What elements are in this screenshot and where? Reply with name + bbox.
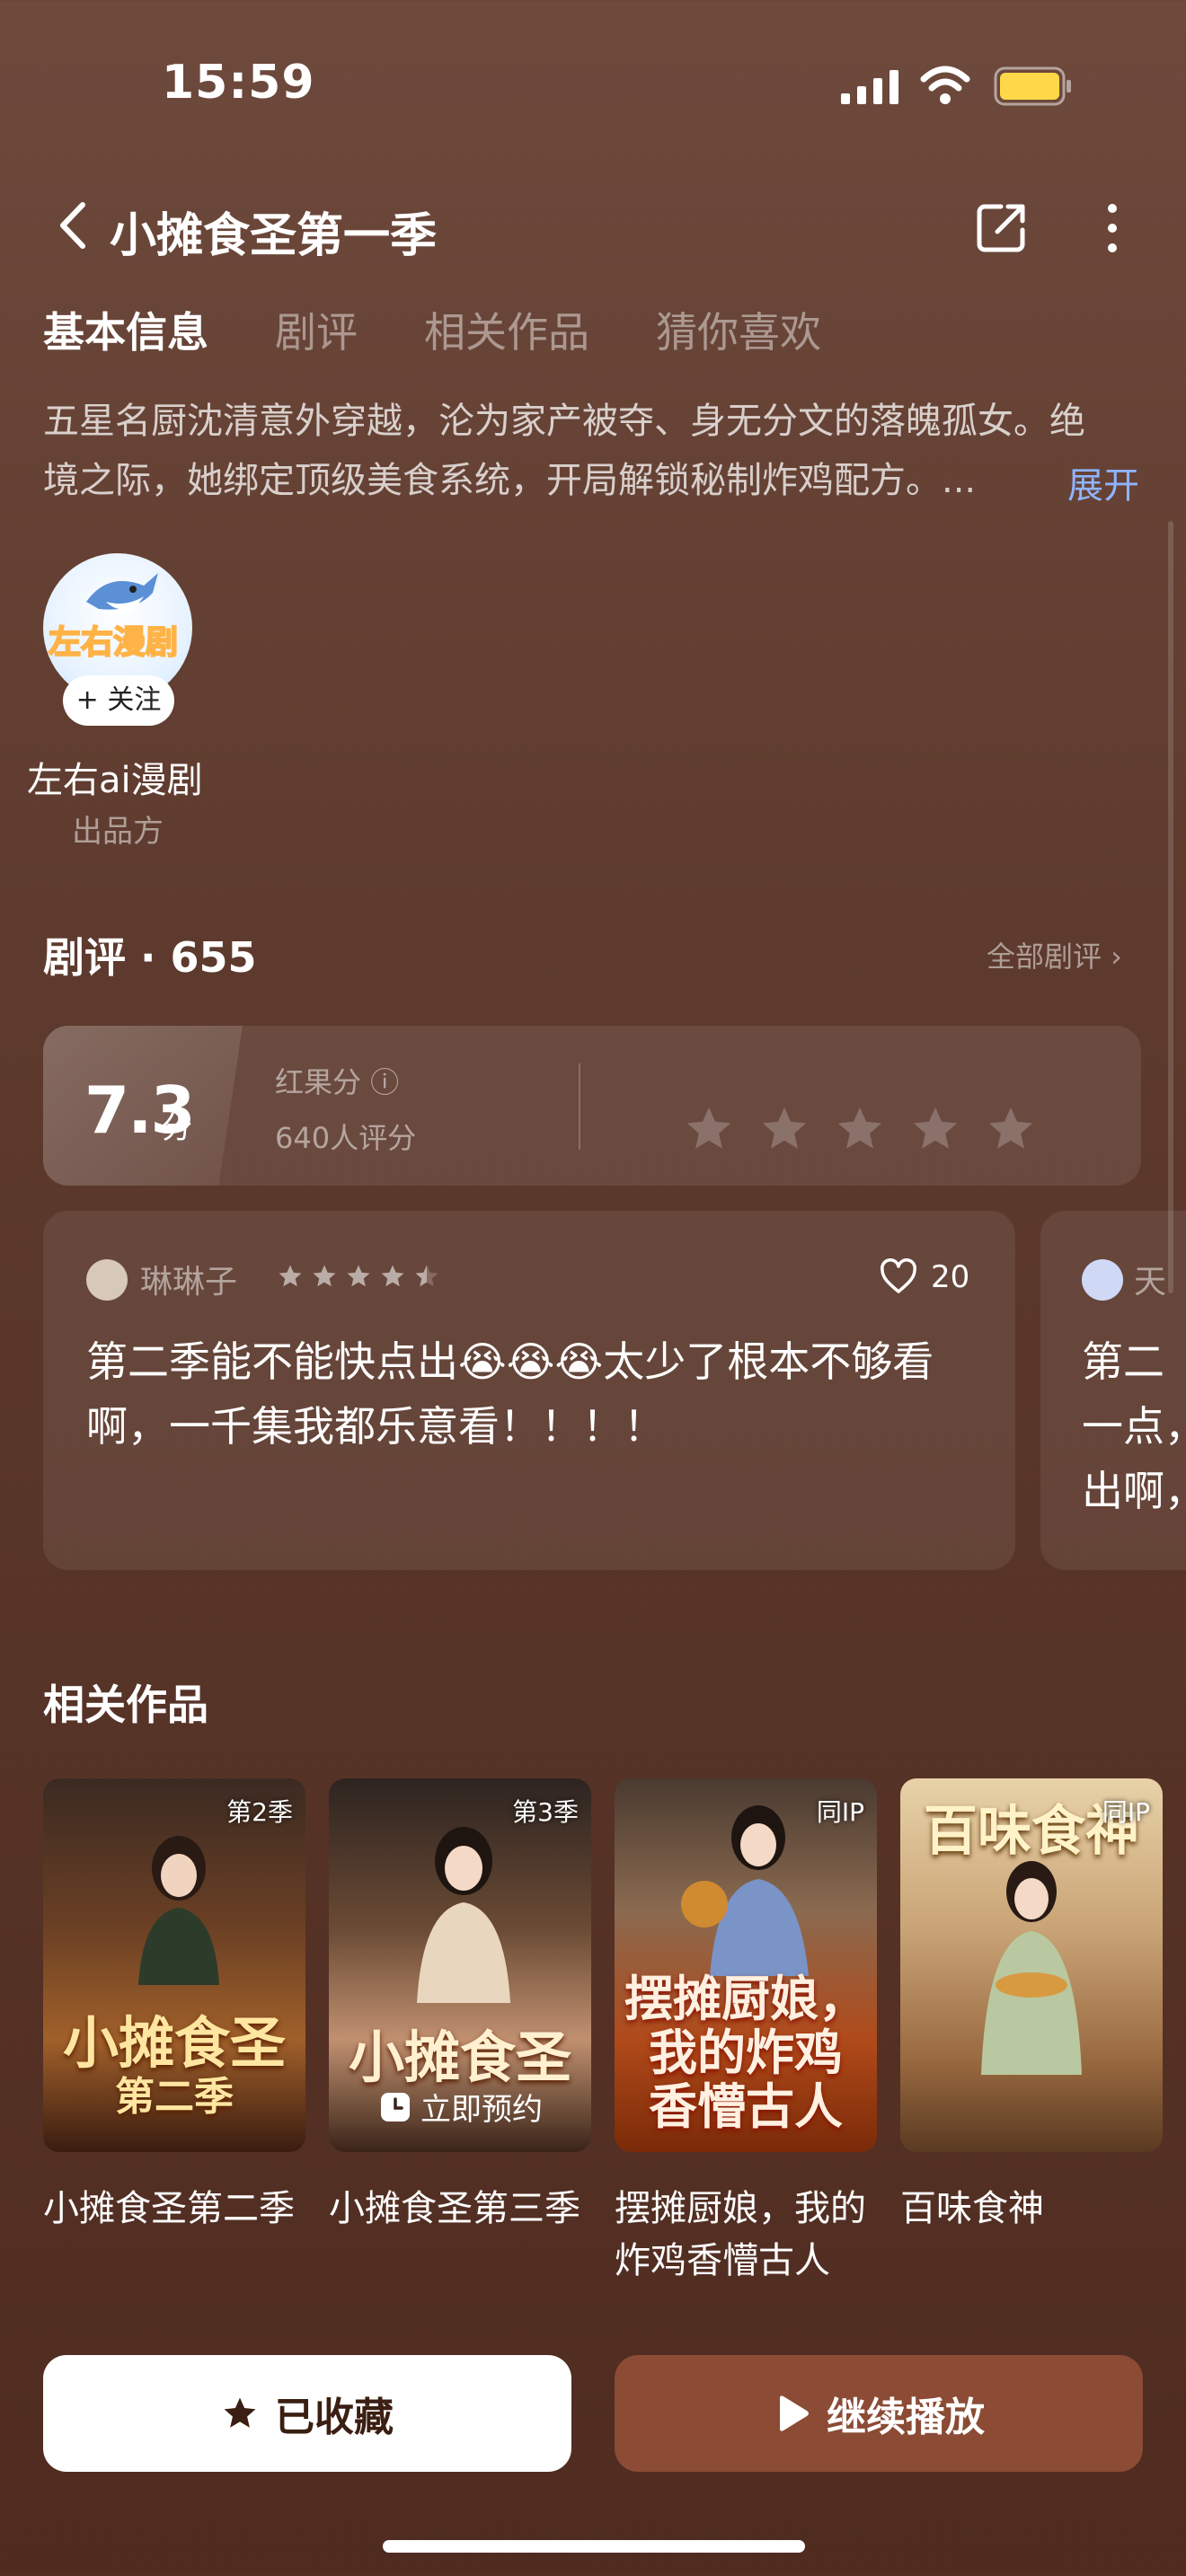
review-username[interactable]: 天: [1134, 1256, 1166, 1302]
producer-name[interactable]: 左右ai漫剧: [27, 751, 203, 803]
reviews-heading: 剧评 · 655: [43, 933, 257, 982]
follow-button[interactable]: + 关注: [63, 675, 174, 726]
favorite-label: 已收藏: [275, 2395, 394, 2440]
tab-related-works[interactable]: 相关作品: [424, 300, 589, 359]
cover-card[interactable]: 百味食神 同IP: [900, 1778, 1163, 2152]
star-icon[interactable]: [758, 1103, 810, 1155]
all-reviews-link[interactable]: 全部剧评 ›: [987, 934, 1122, 975]
battery-icon: [994, 66, 1071, 106]
star-icon: [347, 1265, 370, 1287]
star-icon: [313, 1265, 336, 1287]
review-text-line: 出啊，: [1082, 1467, 1186, 1515]
clock-icon: [381, 2092, 410, 2122]
expand-link[interactable]: 展开: [1067, 456, 1139, 508]
cover-title: 小摊食圣: [348, 2025, 571, 2090]
continue-play-button[interactable]: 继续播放: [615, 2355, 1143, 2472]
cover-card[interactable]: 同IP 摆摊厨娘， 我的炸鸡 香懵古人: [615, 1778, 877, 2152]
review-text[interactable]: 第二季能不能快点出😭😭😭太少了根本不够看啊，一千集我都乐意看！！！！: [86, 1329, 976, 1459]
cover-title-main: 小摊食圣: [62, 2010, 286, 2076]
score-unit: 分: [162, 1110, 192, 1146]
synopsis: 五星名厨沈清意外穿越，沦为家产被夺、身无分文的落魄孤女。绝 境之际，她绑定顶级美…: [43, 392, 1139, 510]
synopsis-line-2: 境之际，她绑定顶级美食系统，开局解锁秘制炸鸡配方。...: [43, 460, 977, 501]
tab-recommendations[interactable]: 猜你喜欢: [656, 300, 821, 359]
cover-card[interactable]: 第3季 小摊食圣 立即预约: [329, 1778, 591, 2152]
star-icon: [381, 1265, 404, 1287]
user-avatar[interactable]: [86, 1259, 128, 1301]
character-figure: [681, 1805, 809, 1976]
wifi-icon: [920, 66, 970, 104]
score-label[interactable]: 红果分 ⓘ: [275, 1060, 399, 1101]
related-title[interactable]: 摆摊厨娘，我的炸鸡香懵古人: [615, 2183, 884, 2287]
character-figure: [981, 1861, 1082, 2075]
scroll-indicator[interactable]: [1168, 521, 1173, 1293]
status-time: 15:59: [162, 56, 315, 110]
character-figure: [138, 1836, 219, 1985]
synopsis-line-1: 五星名厨沈清意外穿越，沦为家产被夺、身无分文的落魄孤女。绝: [43, 401, 1085, 442]
star-icon[interactable]: [985, 1103, 1037, 1155]
star-icon: [279, 1265, 302, 1287]
divider: [579, 1063, 580, 1150]
star-icon[interactable]: [683, 1103, 735, 1155]
review-text-line: 一点，: [1082, 1402, 1186, 1451]
page-title: 小摊食圣第一季: [110, 209, 438, 263]
favorite-button[interactable]: 已收藏: [43, 2355, 571, 2472]
cover-title-sub: 我的炸鸡: [649, 2025, 843, 2081]
reserve-button[interactable]: 立即预约: [379, 2085, 543, 2129]
cover-title: 小摊食圣 第二季: [43, 2012, 305, 2120]
tab-basic-info[interactable]: 基本信息: [43, 300, 208, 359]
cover-title-sub: 第二季: [115, 2074, 234, 2120]
star-icon[interactable]: [834, 1103, 886, 1155]
season-badge: 第3季: [512, 1797, 579, 1827]
rating-count: 640人评分: [275, 1121, 417, 1155]
heart-icon[interactable]: [879, 1257, 918, 1297]
review-text[interactable]: 第二 一点， 出啊，: [1082, 1329, 1186, 1523]
play-label: 继续播放: [827, 2395, 985, 2440]
cover-title: 摆摊厨娘， 我的炸鸡 香懵古人: [615, 1972, 877, 2134]
share-icon[interactable]: [976, 201, 1028, 253]
ip-badge: 同IP: [816, 1797, 864, 1827]
cover-title-sub2: 香懵古人: [649, 2078, 843, 2135]
cover-card[interactable]: 第2季 小摊食圣 第二季: [43, 1778, 305, 2152]
cellular-signal-icon: [841, 70, 898, 104]
season-badge: 第2季: [226, 1797, 293, 1827]
producer-logo-text: 左右漫剧: [48, 623, 179, 662]
tab-reviews[interactable]: 剧评: [275, 300, 358, 359]
character-figure: [417, 1827, 510, 2003]
reserve-label: 立即预约: [420, 2092, 543, 2128]
review-rating-stars: [277, 1263, 440, 1290]
more-icon[interactable]: [1102, 201, 1123, 255]
producer-role: 出品方: [72, 814, 164, 850]
half-star-icon: [415, 1265, 438, 1287]
star-icon[interactable]: [909, 1103, 961, 1155]
ip-badge: 同IP: [1102, 1797, 1150, 1827]
related-title[interactable]: 百味食神: [900, 2183, 1170, 2235]
star-icon: [224, 2397, 256, 2428]
rate-stars[interactable]: [683, 1103, 1037, 1155]
review-text-line: 第二: [1082, 1337, 1164, 1386]
back-arrow-icon[interactable]: [56, 199, 92, 251]
like-count: 20: [931, 1259, 970, 1295]
tab-bar: 基本信息 剧评 相关作品 猜你喜欢: [43, 300, 888, 359]
home-indicator[interactable]: [383, 2540, 805, 2553]
play-icon: [780, 2395, 809, 2431]
related-title[interactable]: 小摊食圣第二季: [43, 2183, 313, 2235]
user-avatar[interactable]: [1082, 1259, 1123, 1301]
related-title[interactable]: 小摊食圣第三季: [329, 2183, 598, 2235]
review-username[interactable]: 琳琳子: [140, 1256, 237, 1302]
cover-title-main: 摆摊厨娘，: [624, 1971, 867, 2027]
shark-icon: [86, 573, 158, 610]
related-heading: 相关作品: [43, 1681, 208, 1729]
